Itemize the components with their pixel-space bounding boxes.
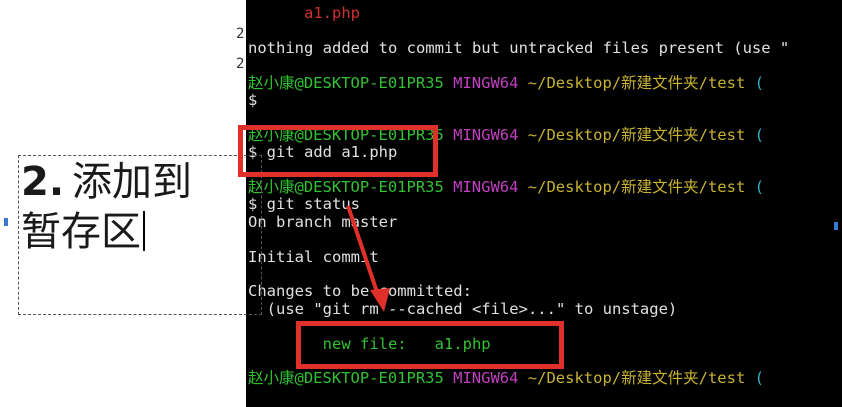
terminal-text-segment: MINGW64 (443, 73, 519, 92)
screenshot-stage: 2 2 a1.php nothing added to commit but un… (0, 0, 842, 407)
text-cursor (143, 211, 145, 251)
terminal-line: $ (248, 91, 257, 109)
terminal-text-segment: 赵小康@DESKTOP-E01PR35 (248, 125, 444, 144)
terminal-text-segment: ( (745, 125, 764, 144)
terminal-line: 赵小康@DESKTOP-E01PR35 MINGW64 ~/Desktop/新建… (248, 178, 764, 196)
terminal-line: Changes to be committed: (248, 282, 472, 300)
terminal-text-segment: 赵小康@DESKTOP-E01PR35 (248, 178, 444, 196)
terminal-text-segment: Initial commit (248, 247, 379, 266)
terminal-text-segment: ~/Desktop/新建文件夹/test (518, 73, 746, 92)
terminal-text-segment: $ git status (248, 195, 360, 214)
terminal-text-segment: ( (745, 369, 764, 388)
gutter-digit: 2 (236, 56, 245, 72)
terminal-line: 赵小康@DESKTOP-E01PR35 MINGW64 ~/Desktop/新建… (248, 126, 764, 144)
terminal-text-segment: ~/Desktop/新建文件夹/test (518, 125, 746, 144)
terminal-text-segment: $ git add a1.php (248, 143, 398, 162)
terminal-text-segment: ( (745, 178, 764, 196)
terminal-line: Initial commit (248, 248, 379, 266)
terminal-line: a1.php (248, 4, 360, 22)
terminal-text-segment: $ (248, 91, 258, 109)
terminal-text-segment: a1.php (248, 4, 360, 22)
gutter-digit: 2 (236, 26, 245, 42)
terminal-line: 赵小康@DESKTOP-E01PR35 MINGW64 ~/Desktop/新建… (248, 369, 764, 387)
terminal-line: 赵小康@DESKTOP-E01PR35 MINGW64 ~/Desktop/新建… (248, 74, 764, 92)
terminal-line: $ git status (248, 195, 360, 213)
terminal-text-segment: ~/Desktop/新建文件夹/test (518, 178, 746, 196)
terminal-text-segment: MINGW64 (443, 178, 519, 196)
terminal-line: On branch master (248, 213, 397, 231)
terminal-text-segment: Changes to be committed: (248, 282, 472, 301)
terminal-line: (use "git rm --cached <file>..." to unst… (248, 299, 678, 318)
terminal-text-segment: ~/Desktop/新建文件夹/test (518, 369, 746, 388)
heading-line-1: 2. 添加到 (21, 158, 192, 206)
selection-marker-icon (4, 218, 8, 226)
terminal-text-segment: On branch master (248, 212, 398, 231)
terminal-line: new file: a1.php (248, 335, 491, 353)
heading-line-2: 暂存区 (21, 208, 145, 256)
scroll-position-marker-icon (834, 222, 838, 230)
terminal-text-segment: 赵小康@DESKTOP-E01PR35 (248, 73, 444, 92)
heading-number: 2. (21, 159, 65, 205)
terminal-text-segment: nothing added to commit but untracked fi… (248, 38, 790, 57)
terminal-text-segment: (use "git rm --cached <file>..." to unst… (248, 299, 678, 318)
heading-text-2: 暂存区 (21, 209, 141, 255)
terminal-window[interactable]: a1.php nothing added to commit but untrac… (246, 0, 842, 407)
terminal-line: $ git add a1.php (248, 143, 397, 161)
terminal-text-segment: ( (745, 73, 764, 92)
terminal-text-segment: MINGW64 (443, 369, 519, 388)
terminal-text-segment: new file: a1.php (248, 334, 491, 353)
slide-text-box[interactable]: 2. 添加到 暂存区 (18, 155, 262, 315)
terminal-text-segment: 赵小康@DESKTOP-E01PR35 (248, 369, 444, 388)
terminal-line: nothing added to commit but untracked fi… (248, 39, 789, 57)
terminal-scrollbar[interactable] (828, 0, 842, 407)
terminal-text-segment: MINGW64 (443, 125, 519, 144)
heading-text-1: 添加到 (72, 159, 193, 205)
